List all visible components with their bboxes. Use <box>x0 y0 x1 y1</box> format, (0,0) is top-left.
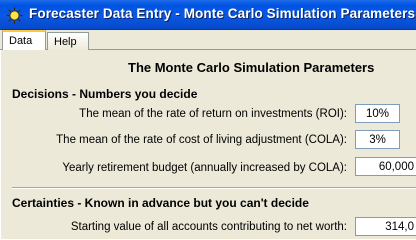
page-title: The Monte Carlo Simulation Parameters <box>128 60 375 75</box>
tab-data[interactable]: Data <box>2 30 46 51</box>
data-panel: The Monte Carlo Simulation Parameters De… <box>0 50 416 239</box>
roi-label: The mean of the rate of return on invest… <box>79 108 347 120</box>
sun-icon <box>6 7 23 24</box>
tab-strip: Data Help <box>0 30 416 51</box>
decisions-section-title: Decisions - Numbers you decide <box>12 87 198 101</box>
tab-help[interactable]: Help <box>47 32 89 51</box>
roi-input[interactable] <box>355 104 400 123</box>
cola-input[interactable] <box>355 130 400 149</box>
cola-label: The mean of the rate of cost of living a… <box>56 134 347 146</box>
certainties-section-title: Certainties - Known in advance but you c… <box>12 196 309 210</box>
starting-value-input[interactable] <box>355 217 416 236</box>
budget-input[interactable] <box>355 157 416 176</box>
title-bar[interactable]: Forecaster Data Entry - Monte Carlo Simu… <box>0 0 416 30</box>
window-title: Forecaster Data Entry - Monte Carlo Simu… <box>29 6 416 21</box>
app-window: Forecaster Data Entry - Monte Carlo Simu… <box>0 0 416 239</box>
section-divider <box>12 187 416 189</box>
budget-label: Yearly retirement budget (annually incre… <box>62 162 347 174</box>
starting-value-label: Starting value of all accounts contribut… <box>70 221 347 233</box>
